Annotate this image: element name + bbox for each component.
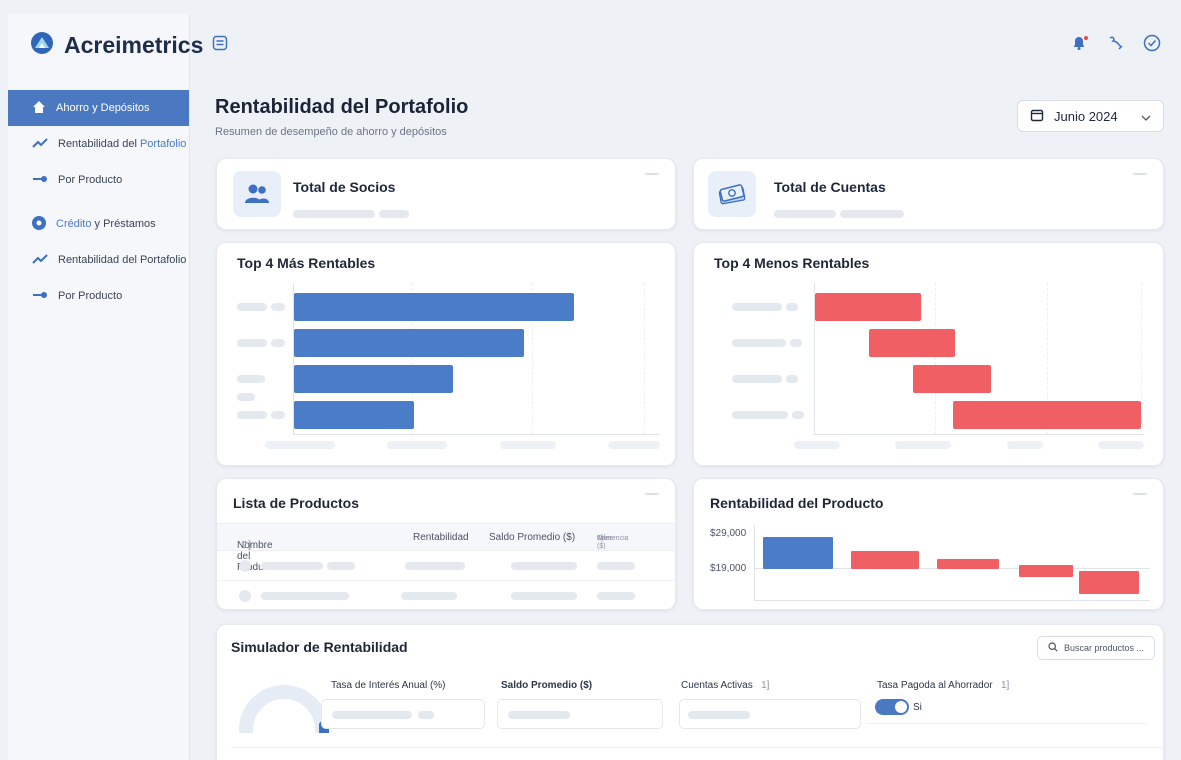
sidebar-item-credito-por-producto[interactable]: Por Producto — [8, 278, 189, 314]
category-placeholders — [237, 298, 287, 442]
table-row[interactable] — [217, 581, 675, 609]
sidebar-item-credito[interactable]: Crédito y Préstamos — [8, 206, 189, 242]
topbar — [190, 14, 1161, 76]
toggle-label: Si — [913, 702, 922, 713]
axis-tick-placeholders — [265, 441, 660, 449]
card-menu[interactable] — [645, 493, 659, 495]
menu-toggle-icon[interactable] — [212, 35, 228, 56]
waterfall-bar — [913, 365, 991, 393]
table-header: Nombre del Producto 1] Rentabilidad Sald… — [217, 523, 675, 573]
table-card-productos: Lista de Productos Nombre del Producto 1… — [216, 478, 676, 610]
slider-icon — [32, 290, 48, 303]
kpi-card-cuentas[interactable]: Total de Cuentas — [693, 158, 1164, 230]
sidebar-item-rentabilidad-portafolio[interactable]: Rentabilidad del Portafolio — [8, 126, 189, 162]
page-title: Rentabilidad del Portafolio — [215, 96, 469, 118]
waterfall-bar — [1019, 565, 1073, 577]
logo-icon — [30, 31, 54, 60]
slider-icon — [32, 174, 48, 187]
waterfall-bar — [763, 537, 833, 569]
home-icon — [32, 100, 46, 117]
chart-title: Rentabilidad del Producto — [710, 495, 884, 511]
search-input[interactable]: Buscar productos ... — [1037, 636, 1155, 660]
page-subtitle: Resumen de desempeño de ahorro y depósit… — [215, 126, 447, 138]
field-label-tasa: Tasa de Interés Anual (%) — [331, 680, 446, 691]
card-menu[interactable] — [1133, 173, 1147, 175]
waterfall-bar — [937, 559, 999, 569]
check-circle-icon[interactable] — [1143, 34, 1161, 57]
waterfall-chart-area — [814, 283, 1144, 435]
chart-card-top-rentables: Top 4 Más Rentables — [216, 242, 676, 466]
bar-chart-area — [293, 283, 659, 435]
bar-4 — [294, 401, 414, 429]
sidebar-item-label: Rentabilidad del Portafolio — [58, 138, 187, 150]
users-icon — [233, 171, 281, 217]
sidebar-item-label: Por Producto — [58, 290, 123, 302]
table-row[interactable] — [217, 551, 675, 581]
field-label-cuentas: Cuentas Activas 1] — [681, 680, 770, 691]
search-icon — [1048, 642, 1058, 654]
saldo-field[interactable] — [497, 699, 663, 729]
sidebar-item-credito-rentabilidad[interactable]: Rentabilidad del Portafolio — [8, 242, 189, 278]
sidebar-item-label: Ahorro y Depósitos — [56, 102, 150, 114]
waterfall-bar — [1079, 571, 1139, 594]
circle-icon — [32, 215, 46, 233]
cuentas-field[interactable] — [679, 699, 861, 729]
kpi-title: Total de Socios — [293, 179, 396, 195]
chart-title: Top 4 Más Rentables — [237, 255, 376, 271]
waterfall-bar — [851, 551, 919, 569]
sidebar: Acreimetrics Ahorro y Depósitos Rentabil… — [8, 14, 203, 760]
sidebar-item-ahorro[interactable]: Ahorro y Depósitos — [8, 90, 189, 126]
simulador-card: Simulador de Rentabilidad Buscar product… — [216, 624, 1164, 760]
waterfall-chart-area — [754, 525, 1150, 601]
calendar-icon — [1030, 108, 1044, 125]
trend-icon — [32, 253, 48, 267]
field-label-saldo: Saldo Promedio ($) — [501, 680, 593, 691]
category-placeholders — [732, 298, 812, 442]
tasa-field[interactable] — [321, 699, 485, 729]
y-tick-label: $29,000 — [710, 528, 747, 539]
column-header-nombre[interactable]: Nombre del Producto 1] — [237, 532, 277, 573]
bar-3 — [294, 365, 453, 393]
toggle-tasa-pagada[interactable] — [875, 699, 909, 715]
brand[interactable]: Acreimetrics — [8, 14, 203, 76]
kpi-title: Total de Cuentas — [774, 179, 886, 195]
search-placeholder: Buscar productos ... — [1064, 643, 1145, 653]
card-menu[interactable] — [645, 173, 659, 175]
sidebar-item-label: Por Producto — [58, 174, 123, 186]
column-header-saldo[interactable]: Saldo Promedio ($) — [489, 532, 575, 543]
column-header-rentabilidad[interactable]: Rentabilidad — [413, 532, 469, 543]
brand-name: Acreimetrics — [64, 31, 204, 58]
axis-tick-placeholders — [794, 441, 1144, 449]
y-tick-label: $19,000 — [710, 563, 747, 574]
simulador-title: Simulador de Rentabilidad — [231, 639, 408, 655]
sidebar-item-label: Rentabilidad del Portafolio — [58, 254, 187, 266]
table-title: Lista de Productos — [233, 495, 360, 511]
support-icon[interactable] — [1107, 35, 1125, 56]
chart-title: Top 4 Menos Rentables — [714, 255, 870, 271]
sidebar-item-por-producto[interactable]: Por Producto — [8, 162, 189, 198]
kpi-card-socios[interactable]: Total de Socios — [216, 158, 676, 230]
waterfall-bar — [953, 401, 1141, 429]
sidebar-item-label: Crédito y Préstamos — [56, 218, 156, 230]
month-picker[interactable]: Junio 2024 — [1017, 100, 1164, 132]
bell-icon[interactable] — [1071, 35, 1089, 56]
waterfall-bar — [869, 329, 955, 357]
bar-1 — [294, 293, 574, 321]
chart-card-top-menos: Top 4 Menos Rentables — [693, 242, 1164, 466]
chart-card-rentabilidad-producto: Rentabilidad del Producto $29,000 $19,00… — [693, 478, 1164, 610]
card-menu[interactable] — [1133, 493, 1147, 495]
field-label-tasa-pagada: Tasa Pagoda al Ahorrador 1] — [877, 680, 1010, 691]
month-value: Junio 2024 — [1054, 108, 1118, 124]
bar-2 — [294, 329, 524, 357]
money-icon — [708, 171, 756, 217]
chevron-down-icon — [1141, 109, 1151, 124]
waterfall-bar — [815, 293, 921, 321]
trend-icon — [32, 137, 48, 151]
gauge — [239, 685, 329, 733]
